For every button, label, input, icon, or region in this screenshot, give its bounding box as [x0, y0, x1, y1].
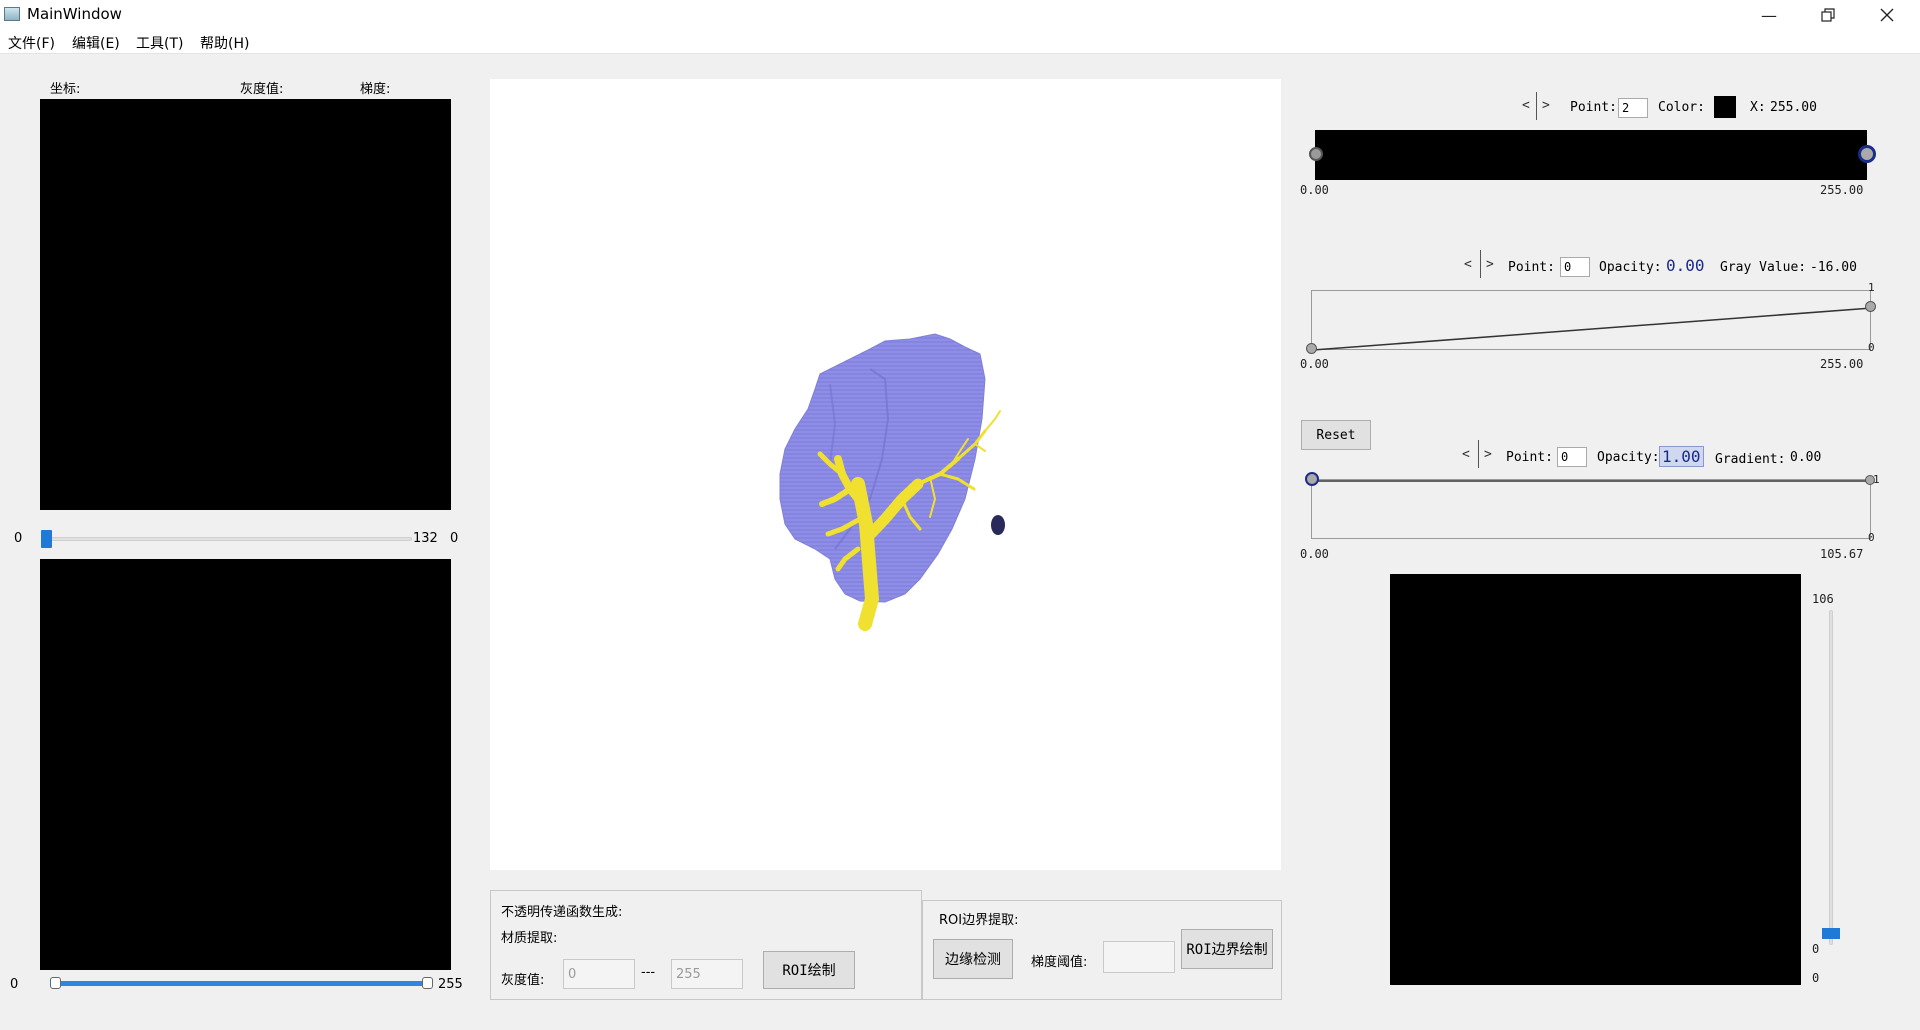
color-tf-color-label: Color:: [1658, 100, 1705, 115]
tumor-mark: [991, 515, 1005, 535]
menu-bar: 文件(F) 编辑(E) 工具(T) 帮助(H): [0, 30, 1920, 54]
gray-min-input[interactable]: 0: [563, 959, 635, 989]
color-tf-point-input[interactable]: 2: [1618, 98, 1648, 118]
volume-render-view[interactable]: [490, 79, 1281, 870]
opacity-tf-axis-min: 0.00: [1300, 357, 1329, 371]
opacity-tf-opacity-value: 0.00: [1666, 256, 1705, 275]
slice-view-top[interactable]: [40, 99, 451, 510]
opacity-tf-opacity-label: Opacity:: [1599, 260, 1662, 275]
opacity-tf-gray-label: Gray Value:: [1720, 260, 1807, 275]
opacity-tf-y-top: 1: [1868, 281, 1875, 294]
opacity-tf-point-1[interactable]: [1865, 301, 1876, 312]
menu-file[interactable]: 文件(F): [8, 33, 55, 53]
gradient-tf-point-0[interactable]: [1305, 472, 1319, 486]
vslider-max-label: 106: [1812, 592, 1834, 606]
gradient-tf-prev-button[interactable]: <: [1462, 447, 1470, 462]
vslider-handle[interactable]: [1822, 928, 1840, 939]
opacity-tf-prev-button[interactable]: <: [1464, 257, 1472, 272]
opacity-tf-groupbox: 不透明传递函数生成: 材质提取: 灰度值: 0 --- 255 ROI绘制: [490, 890, 922, 1000]
opacity-tf-title: 不透明传递函数生成:: [501, 905, 623, 920]
liver-render: [779, 333, 1005, 631]
gradient-label: 梯度:: [360, 82, 391, 97]
roi-draw-button[interactable]: ROI绘制: [763, 951, 855, 989]
gray-max-input[interactable]: 255: [671, 959, 743, 989]
gradient-tf-canvas[interactable]: [1311, 479, 1872, 539]
gradient-tf-axis-min: 0.00: [1300, 547, 1329, 561]
coord-label: 坐标:: [50, 82, 81, 97]
color-tf-bar[interactable]: [1315, 130, 1867, 180]
range-slider-low-handle[interactable]: [50, 977, 61, 989]
roi-boundary-groupbox: ROI边界提取: 边缘检测 梯度阈值: ROI边界绘制: [922, 900, 1282, 1000]
gradient-tf-point-input[interactable]: 0: [1557, 447, 1587, 467]
color-tf-swatch[interactable]: [1714, 96, 1736, 118]
slice-slider-handle[interactable]: [41, 530, 52, 548]
minimize-icon: —: [1761, 5, 1777, 25]
range-slider-high-handle[interactable]: [422, 977, 433, 989]
gradient-tf-y-top: 1: [1873, 473, 1880, 486]
title-bar: MainWindow —: [0, 0, 1920, 30]
minimize-button[interactable]: —: [1746, 0, 1792, 30]
grad-threshold-input[interactable]: [1103, 941, 1175, 973]
color-tf-next-button[interactable]: >: [1542, 98, 1550, 113]
color-tf-point-label: Point:: [1570, 100, 1617, 115]
gray-range-label: 灰度值:: [501, 973, 545, 988]
close-icon: [1880, 8, 1894, 22]
color-tf-x-value: 255.00: [1770, 100, 1817, 115]
range-slider-track[interactable]: [56, 981, 428, 986]
opacity-tf-next-button[interactable]: >: [1486, 257, 1494, 272]
gradient-histogram-view[interactable]: [1390, 574, 1801, 985]
color-tf-prev-button[interactable]: <: [1522, 98, 1530, 113]
color-tf-axis-min: 0.00: [1300, 183, 1329, 197]
opacity-tf-gray-value: -16.00: [1810, 260, 1857, 275]
roi-boundary-draw-button[interactable]: ROI边界绘制: [1181, 929, 1273, 969]
gradient-tf-opacity-value[interactable]: 1.00: [1659, 446, 1704, 467]
color-tf-point-2[interactable]: [1858, 145, 1876, 163]
opacity-tf-y-right: 0: [1868, 341, 1875, 354]
gradient-tf-opacity-label: Opacity:: [1597, 450, 1660, 465]
gradient-tf-point-label: Point:: [1506, 450, 1553, 465]
vslider-track[interactable]: [1829, 610, 1833, 945]
opacity-tf-curve: [1312, 307, 1872, 351]
close-button[interactable]: [1864, 0, 1910, 30]
color-tf-point-0[interactable]: [1309, 147, 1323, 161]
edge-detect-button[interactable]: 边缘检测: [933, 939, 1013, 979]
slice-slider-right-value: 0: [450, 531, 459, 546]
opacity-tf-point-label: Point:: [1508, 260, 1555, 275]
opacity-tf-axis-max: 255.00: [1820, 357, 1864, 371]
restore-button[interactable]: [1805, 0, 1851, 30]
roi-boundary-title: ROI边界提取:: [939, 913, 1019, 928]
menu-tools[interactable]: 工具(T): [136, 33, 183, 53]
gradient-tf-axis-max: 105.67: [1820, 547, 1864, 561]
vslider-value-label: 0: [1812, 942, 1820, 956]
reset-button[interactable]: Reset: [1301, 420, 1371, 450]
gray-range-separator: ---: [641, 965, 656, 980]
menu-help[interactable]: 帮助(H): [200, 33, 249, 53]
slice-slider-track[interactable]: [42, 537, 412, 541]
gradient-tf-gradient-label: Gradient:: [1715, 452, 1786, 467]
slice-slider-min: 0: [14, 531, 23, 546]
slice-view-bottom[interactable]: [40, 559, 451, 970]
slice-slider-value: 132: [413, 531, 438, 546]
color-tf-axis-max: 255.00: [1820, 183, 1864, 197]
restore-icon: [1821, 8, 1835, 22]
opacity-tf-point-0[interactable]: [1306, 343, 1317, 354]
opacity-tf-canvas[interactable]: [1311, 290, 1872, 351]
gradient-tf-y-right: 0: [1868, 531, 1875, 544]
gray-value-label: 灰度值:: [240, 82, 284, 97]
grad-threshold-label: 梯度阈值:: [1031, 955, 1088, 970]
menu-edit[interactable]: 编辑(E): [72, 33, 120, 53]
material-label: 材质提取:: [501, 931, 558, 946]
app-icon: [4, 7, 20, 21]
vslider-min-label: 0: [1812, 971, 1820, 985]
range-slider-min: 0: [10, 977, 19, 992]
range-slider-max: 255: [438, 977, 463, 992]
gradient-tf-gradient-value: 0.00: [1790, 450, 1822, 465]
liver-shape: [779, 333, 986, 603]
window-title: MainWindow: [27, 5, 122, 23]
opacity-tf-point-input[interactable]: 0: [1560, 257, 1590, 277]
gradient-tf-next-button[interactable]: >: [1484, 447, 1492, 462]
color-tf-x-label: X:: [1750, 100, 1766, 115]
